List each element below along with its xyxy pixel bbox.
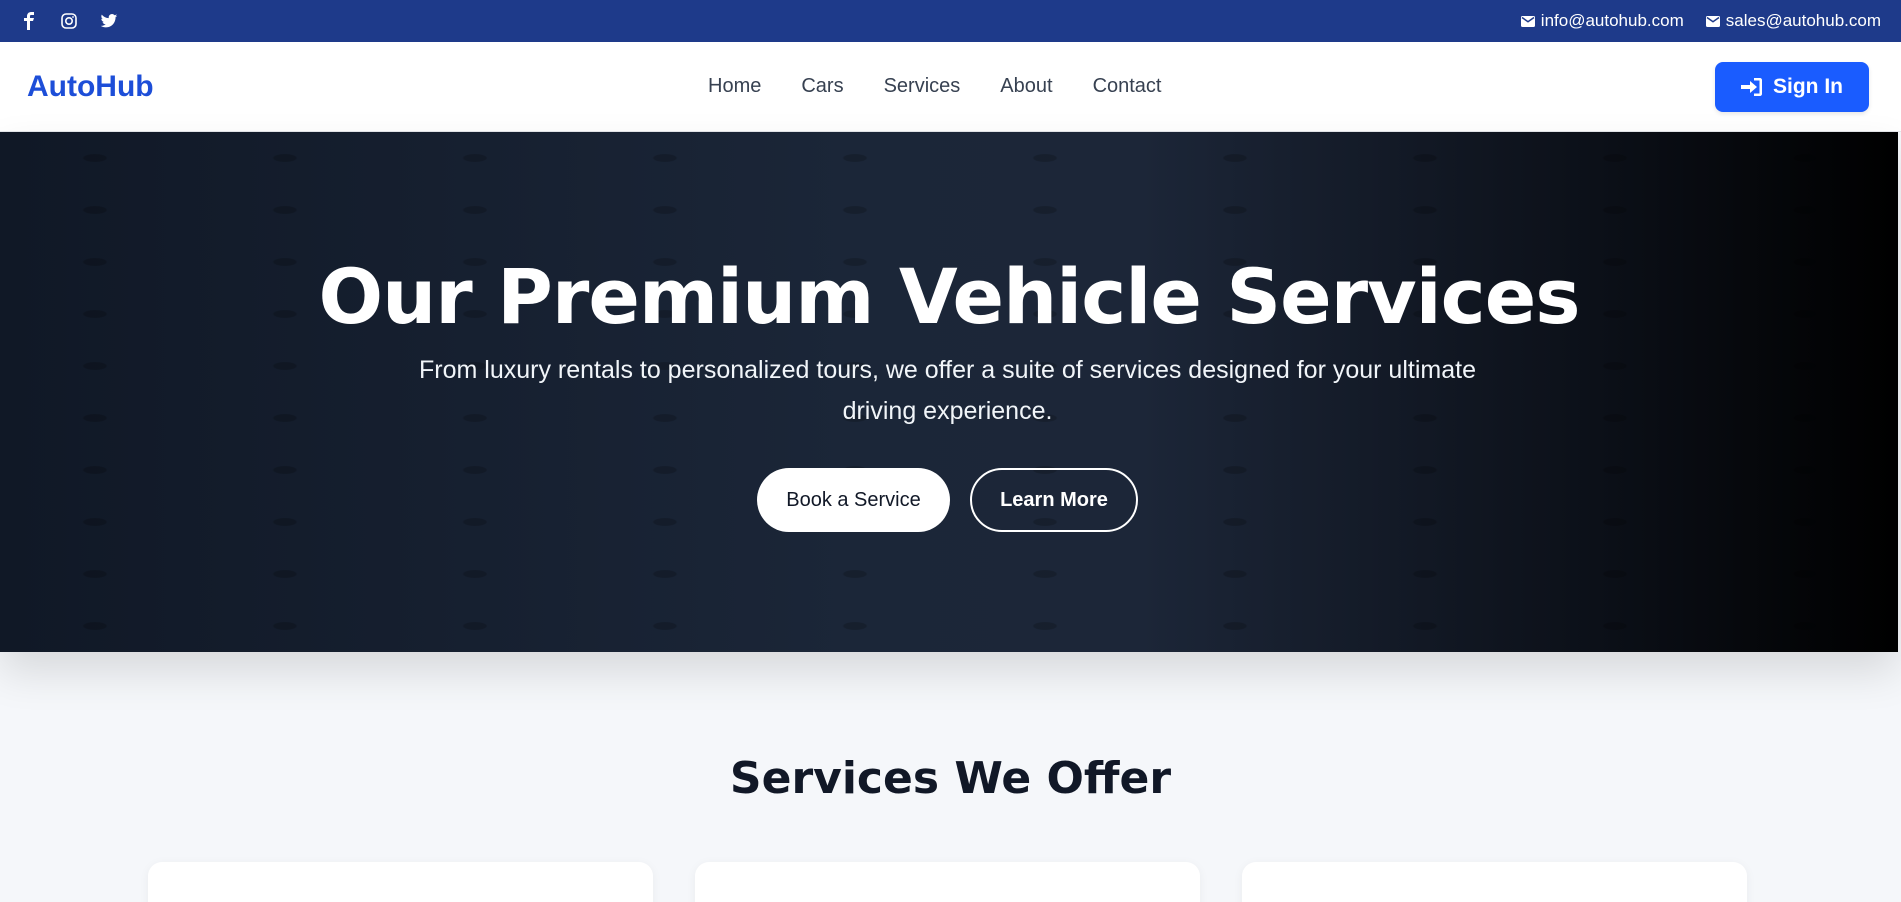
hero-section: Our Premium Vehicle Services From luxury… [0, 132, 1898, 652]
facebook-icon[interactable] [20, 12, 38, 30]
services-heading: Services We Offer [729, 753, 1172, 804]
instagram-icon[interactable] [60, 12, 78, 30]
nav-about[interactable]: About [1000, 75, 1052, 98]
sign-in-button[interactable]: Sign In [1715, 62, 1869, 112]
email-sales-text: sales@autohub.com [1725, 11, 1881, 30]
learn-more-button[interactable]: Learn More [970, 468, 1138, 532]
service-card [1242, 862, 1747, 902]
hero-subtitle: From luxury rentals to personalized tour… [419, 356, 1476, 425]
nav-contact[interactable]: Contact [1093, 75, 1162, 98]
email-sales[interactable]: sales@autohub.com [1705, 11, 1881, 31]
email-info[interactable]: info@autohub.com [1520, 11, 1684, 31]
twitter-icon[interactable] [100, 12, 118, 30]
main-nav: Home Cars Services About Contact [708, 75, 1162, 98]
sign-in-label: Sign In [1773, 75, 1843, 98]
contact-emails: info@autohub.com sales@autohub.com [1520, 11, 1881, 31]
email-info-text: info@autohub.com [1540, 11, 1684, 30]
nav-home[interactable]: Home [708, 75, 761, 98]
brand-logo[interactable]: AutoHub [27, 70, 154, 104]
nav-cars[interactable]: Cars [801, 75, 843, 98]
service-card [695, 862, 1200, 902]
navbar: AutoHub Home Cars Services About Contact… [0, 42, 1901, 132]
mail-icon [1705, 15, 1720, 27]
service-card [148, 862, 653, 902]
hero-title: Our Premium Vehicle Services [318, 252, 1580, 341]
nav-services[interactable]: Services [884, 75, 961, 98]
social-links [20, 12, 118, 30]
sign-in-icon [1741, 78, 1762, 96]
book-service-button[interactable]: Book a Service [757, 468, 950, 532]
top-bar: info@autohub.com sales@autohub.com [0, 0, 1901, 42]
mail-icon [1520, 15, 1535, 27]
